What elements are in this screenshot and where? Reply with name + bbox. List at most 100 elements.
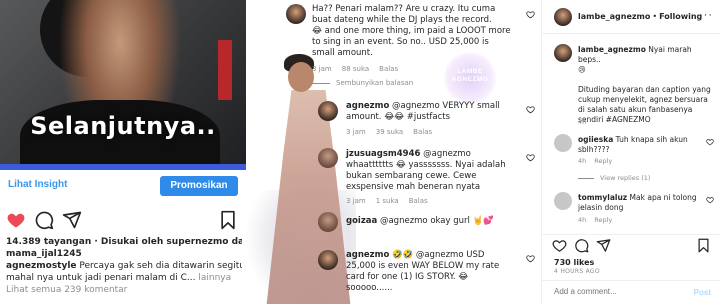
heart-filled-icon[interactable]: [6, 210, 26, 230]
comment-time: 3 jam: [346, 197, 366, 205]
reply-link[interactable]: Balas: [409, 197, 428, 205]
view-all-comments-link[interactable]: Lihat semua 239 komentar: [6, 284, 242, 296]
avatar[interactable]: [554, 44, 572, 62]
reply-link[interactable]: Reply: [594, 216, 612, 224]
comment-username[interactable]: tommylaluz: [578, 193, 627, 202]
comment-username[interactable]: goizaa: [346, 216, 377, 226]
caption-username[interactable]: agnezmostyle: [6, 261, 77, 271]
watermark-logo: LAMBE AGNEZMO: [444, 52, 496, 104]
comment-icon[interactable]: [34, 210, 54, 230]
heart-icon[interactable]: [526, 10, 535, 19]
comment-text: @agnezmo okay gurl 🤘💕: [377, 216, 494, 226]
post-comment-button[interactable]: Post: [694, 288, 711, 297]
comment-time: 3 jam: [346, 128, 366, 136]
avatar[interactable]: [286, 4, 306, 24]
post-caption: lambe_agnezmo Nyai marah beps.. 😢 Ditudi…: [578, 45, 713, 125]
head: [288, 62, 314, 92]
comment-meta: 4h Reply: [578, 216, 620, 224]
heart-icon[interactable]: [706, 138, 714, 146]
video-progress-bar[interactable]: [0, 164, 246, 170]
heart-icon[interactable]: [526, 105, 535, 114]
heart-icon[interactable]: [552, 238, 567, 253]
view-replies-link[interactable]: View replies (1): [578, 174, 658, 182]
comment-body: Ha?? Penari malam?? Are u crazy. Itu cum…: [312, 4, 512, 59]
avatar[interactable]: [318, 250, 338, 270]
send-icon[interactable]: [596, 238, 611, 253]
caption-line-2: mahal nya untuk jadi penari malam di C..…: [6, 272, 242, 284]
post-caption-area: 14.389 tayangan · Disukai oleh supernezm…: [6, 236, 242, 296]
avatar[interactable]: [318, 148, 338, 168]
video-overlay-text: Selanjutnya..: [30, 112, 216, 140]
add-comment-input[interactable]: [554, 287, 674, 296]
header-account: lambe_agnezmo • Following: [578, 12, 702, 21]
caption-line: agnezmostyle Percaya gak seh dia ditawar…: [6, 260, 242, 272]
caption-username[interactable]: lambe_agnezmo: [578, 45, 646, 54]
bookmark-icon[interactable]: [218, 210, 238, 230]
comment: jzusuagsm4946 @agnezmo whaatttttts 😂 yas…: [346, 149, 516, 193]
story-post-panel: Selanjutnya.. Lihat Insight Promosikan 1…: [0, 0, 246, 304]
more-options-icon[interactable]: ···: [699, 9, 713, 21]
video-frame[interactable]: Selanjutnya..: [0, 0, 246, 170]
comment-username[interactable]: ogiieska: [578, 135, 613, 144]
comment-meta: 3 jam 88 suka Balas: [312, 65, 408, 73]
comment-username[interactable]: jzusuagsm4946: [346, 149, 420, 159]
dress: [266, 90, 351, 304]
avatar[interactable]: [318, 101, 338, 121]
caption-text: Percaya gak seh dia ditawarin segitu: [76, 261, 242, 271]
heart-icon[interactable]: [526, 153, 535, 162]
comment-likes[interactable]: 39 suka: [376, 128, 403, 136]
bookmark-icon[interactable]: [696, 238, 711, 253]
reply-link[interactable]: Balas: [379, 65, 398, 73]
comment-text: Ha?? Penari malam?? Are u crazy. Itu cum…: [312, 4, 496, 25]
caption-time: 4h: [578, 118, 587, 126]
caption-body: Dituding bayaran dan caption yang cukup …: [578, 85, 711, 124]
replies-divider: [578, 177, 594, 179]
comment-likes[interactable]: 88 suka: [342, 65, 369, 73]
view-replies-label[interactable]: View replies (1): [600, 174, 650, 182]
comment-time: 4h: [578, 157, 587, 165]
comment-username[interactable]: agnezmo: [346, 250, 389, 260]
avatar[interactable]: [554, 192, 572, 210]
likes-count[interactable]: 730 likes: [554, 258, 594, 267]
comment-time: 4h: [578, 216, 587, 224]
caption-emoji: 😢: [578, 65, 586, 74]
promote-button[interactable]: Promosikan: [160, 176, 238, 196]
following-button[interactable]: Following: [659, 12, 702, 21]
comment-icon[interactable]: [574, 238, 589, 253]
comment: goizaa @agnezmo okay gurl 🤘💕: [346, 216, 516, 227]
avatar[interactable]: [554, 8, 572, 26]
views-line-2: mama_ijal1245: [6, 249, 82, 259]
post-time: 4 HOURS AGO: [554, 268, 600, 275]
background-object: [218, 40, 232, 100]
comments-panel: LAMBE AGNEZMO Ha?? Penari malam?? Are u c…: [246, 0, 540, 304]
send-icon[interactable]: [62, 210, 82, 230]
view-insights-link[interactable]: Lihat Insight: [8, 179, 67, 190]
post-actions: [0, 208, 246, 232]
comment-text-2: 😂 and one more thing, im paid a LOOOT mo…: [312, 26, 511, 58]
hide-replies-link[interactable]: Sembunyikan balasan: [312, 79, 413, 87]
avatar[interactable]: [318, 212, 338, 232]
reply-link[interactable]: Balas: [413, 128, 432, 136]
comment: agnezmo @agnezmo VERYYY small amount. 😂😂…: [346, 101, 516, 123]
heart-icon[interactable]: [706, 196, 714, 204]
post-actions: [542, 234, 720, 254]
caption-text-2: mahal nya untuk jadi penari malam di C..…: [6, 273, 199, 283]
comment-meta: 3 jam 39 suka Balas: [346, 128, 442, 136]
comment: ogiieska Tuh knapa sih akun sblh????: [578, 135, 700, 155]
header-separator: •: [652, 12, 658, 21]
comment: agnezmo 🤣🤣 @agnezmo USD 25,000 is even W…: [346, 250, 516, 294]
comment-meta: 4h Reply: [578, 157, 620, 165]
post-sidebar: lambe_agnezmo • Following ··· lambe_agnezm…: [541, 0, 720, 304]
views-line: 14.389 tayangan · Disukai oleh supernezm…: [6, 237, 242, 247]
heart-icon[interactable]: [526, 254, 535, 263]
comment-likes[interactable]: 1 suka: [376, 197, 399, 205]
avatar[interactable]: [554, 134, 572, 152]
comment: tommylaluz Mak apa ni tolong jelasin don…: [578, 193, 700, 213]
header-username[interactable]: lambe_agnezmo: [578, 12, 650, 21]
comment-meta: 3 jam 1 suka Balas: [346, 197, 438, 205]
reply-link[interactable]: Reply: [594, 157, 612, 165]
comment-username[interactable]: agnezmo: [346, 101, 389, 111]
more-link[interactable]: lainnya: [198, 273, 231, 283]
comment-time: 3 jam: [312, 65, 332, 73]
video-progress-fill: [0, 164, 246, 170]
